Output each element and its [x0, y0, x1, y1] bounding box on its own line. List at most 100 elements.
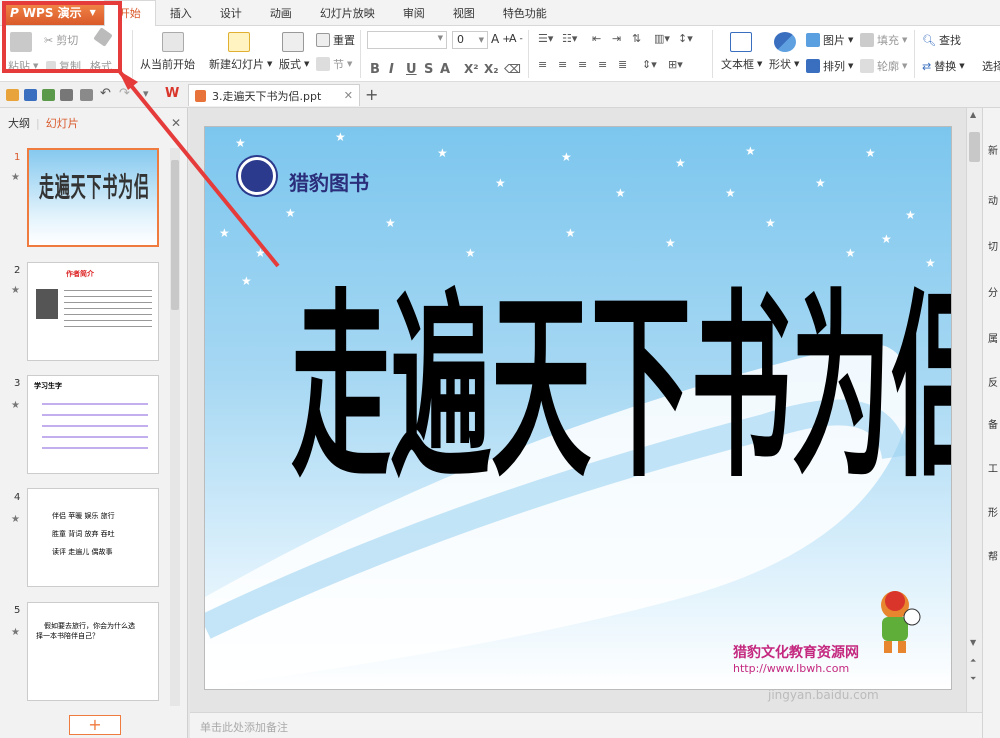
arrange-icon	[806, 59, 820, 73]
slide-title[interactable]: 走 遍 天 下 书 为 侣	[291, 257, 951, 517]
picture-button[interactable]: 图片 ▼	[806, 32, 853, 48]
sidebar-item-transition[interactable]: 切	[988, 238, 1000, 253]
animation-star-icon: ★	[11, 400, 20, 411]
text-direction-button[interactable]: ⇅	[632, 32, 641, 45]
divider	[712, 30, 713, 78]
underline-button[interactable]: U	[406, 62, 417, 77]
svg-text:★: ★	[615, 186, 626, 200]
title-char: 书	[691, 269, 791, 505]
sidebar-item-shape[interactable]: 形	[988, 504, 1000, 519]
fill-label: 填充	[877, 34, 899, 47]
notes-bar[interactable]: 单击此处添加备注	[190, 712, 982, 738]
watermark: jingyan.baidu.com	[768, 688, 879, 702]
select-button[interactable]: 选择	[982, 58, 1000, 74]
slide-thumbnail-4[interactable]: 伴侣 苹暖 娱乐 旅行 胜童 背词 放弃 吞吐 读评 走遍儿 偶故事	[27, 488, 159, 587]
tab-special[interactable]: 特色功能	[489, 0, 561, 26]
shrink-font-button[interactable]: A-	[509, 32, 523, 45]
svg-text:★: ★	[881, 232, 892, 246]
tab-review[interactable]: 审阅	[389, 0, 439, 26]
find-label: 查找	[938, 34, 961, 47]
vertical-align-button[interactable]: ⇕▾	[642, 58, 657, 71]
text-box-icon[interactable]	[730, 32, 752, 52]
svg-text:★: ★	[925, 256, 936, 270]
outline-button[interactable]: 轮廓 ▼	[860, 58, 907, 74]
svg-text:★: ★	[335, 130, 346, 144]
animation-star-icon: ★	[11, 514, 20, 525]
bullets-button[interactable]: ☰▾	[538, 32, 553, 45]
scrollbar-thumb[interactable]	[969, 132, 980, 162]
find-button[interactable]: 🔍︎ 查找	[922, 32, 961, 48]
distribute-button[interactable]: ≣	[618, 58, 627, 71]
align-left-button[interactable]: ≡	[538, 58, 547, 71]
clear-format-button[interactable]: ⌫	[504, 62, 521, 76]
thumb-line: 择一本书陪伴自己？	[36, 632, 99, 640]
title-char: 走	[291, 269, 391, 505]
sidebar-item-animation[interactable]: 动	[988, 192, 1000, 207]
sidebar-item-share[interactable]: 分	[988, 284, 1000, 299]
text-box-button[interactable]: 文本框 ▼	[721, 56, 762, 72]
numbering-button[interactable]: ☷▾	[562, 32, 577, 45]
thumb-char-grid	[42, 394, 148, 456]
align-right-button[interactable]: ≡	[578, 58, 587, 71]
sidebar-item-tools[interactable]: 工	[988, 460, 1000, 475]
svg-text:★: ★	[495, 176, 506, 190]
svg-text:★: ★	[815, 176, 826, 190]
superscript-button[interactable]: X²	[464, 62, 479, 76]
search-icon: 🔍︎	[922, 33, 936, 47]
smartart-button[interactable]: ⊞▾	[668, 58, 683, 71]
title-char: 侣	[891, 287, 951, 487]
line-spacing-button[interactable]: ↕▾	[678, 32, 693, 45]
next-slide-icon[interactable]: ⏷	[970, 674, 976, 684]
italic-button[interactable]: I	[389, 62, 394, 77]
close-icon[interactable]: ✕	[344, 89, 353, 102]
sidebar-item-help[interactable]: 帮	[988, 548, 1000, 563]
decrease-indent-button[interactable]: ⇤	[592, 32, 601, 45]
section-button[interactable]: 节 ▼	[316, 56, 352, 72]
font-color-button[interactable]: A	[440, 62, 450, 77]
slide-thumbnail-5[interactable]: 假如要去旅行，你会为什么选 择一本书陪伴自己？	[27, 602, 159, 701]
arrange-label: 排列	[823, 60, 845, 73]
slide-thumbnail-3[interactable]: 学习生字	[27, 375, 159, 474]
slide-canvas: ★ ★ ★ ★ ★ ★ ★ ★ ★ ★ ★ ★ ★ ★ ★ ★ ★ ★ ★ ★ ★ ★ ★ ★ 猎豹图书…	[190, 108, 966, 712]
canvas-scrollbar[interactable]: ▲ ▼ ⏶ ⏷	[966, 108, 982, 712]
shapes-button[interactable]: 形状 ▼	[769, 56, 799, 72]
tab-slideshow[interactable]: 幻灯片放映	[306, 0, 389, 26]
grow-font-button[interactable]: A +	[491, 32, 511, 46]
add-slide-button[interactable]: +	[69, 715, 121, 735]
fill-button[interactable]: 填充 ▼	[860, 32, 907, 48]
new-tab-plus-icon[interactable]: +	[365, 85, 378, 104]
shadow-button[interactable]: S	[424, 62, 433, 77]
sidebar-item-properties[interactable]: 属	[988, 330, 1000, 345]
font-size-value: 0	[457, 33, 464, 46]
annotation-arrow	[118, 70, 280, 268]
svg-text:★: ★	[437, 146, 448, 160]
mascot-cheetah-icon	[881, 591, 921, 653]
scroll-up-icon[interactable]: ▲	[970, 110, 976, 119]
align-center-button[interactable]: ≡	[558, 58, 567, 71]
replace-button[interactable]: ⇄ 替换 ▼	[922, 58, 965, 74]
svg-text:★: ★	[561, 150, 572, 164]
sidebar-item-backup[interactable]: 备	[988, 416, 1000, 431]
shapes-icon[interactable]	[774, 32, 796, 52]
justify-button[interactable]: ≡	[598, 58, 607, 71]
notes-placeholder: 单击此处添加备注	[200, 721, 288, 734]
current-slide[interactable]: ★ ★ ★ ★ ★ ★ ★ ★ ★ ★ ★ ★ ★ ★ ★ ★ ★ ★ ★ ★ ★ ★ ★ ★ 猎豹图书…	[204, 126, 952, 690]
sidebar-item-new[interactable]: 新	[988, 142, 1000, 157]
section-label: 节	[333, 58, 344, 71]
arrange-button[interactable]: 排列 ▼	[806, 58, 853, 74]
scroll-down-icon[interactable]: ▼	[970, 638, 976, 647]
increase-indent-button[interactable]: ⇥	[612, 32, 621, 45]
font-size-select[interactable]: 0 ▼	[452, 31, 488, 49]
font-name-select[interactable]: ▼	[367, 31, 447, 49]
replace-label: 替换	[934, 60, 957, 73]
animation-star-icon: ★	[11, 627, 20, 638]
reset-button[interactable]: 重置	[316, 32, 355, 48]
sidebar-item-feedback[interactable]: 反	[988, 374, 1000, 389]
tab-view[interactable]: 视图	[439, 0, 489, 26]
bold-button[interactable]: B	[370, 62, 380, 77]
svg-text:★: ★	[865, 146, 876, 160]
svg-text:★: ★	[725, 186, 736, 200]
prev-slide-icon[interactable]: ⏶	[970, 656, 976, 666]
columns-button[interactable]: ▥▾	[654, 32, 670, 45]
subscript-button[interactable]: X₂	[484, 62, 499, 76]
